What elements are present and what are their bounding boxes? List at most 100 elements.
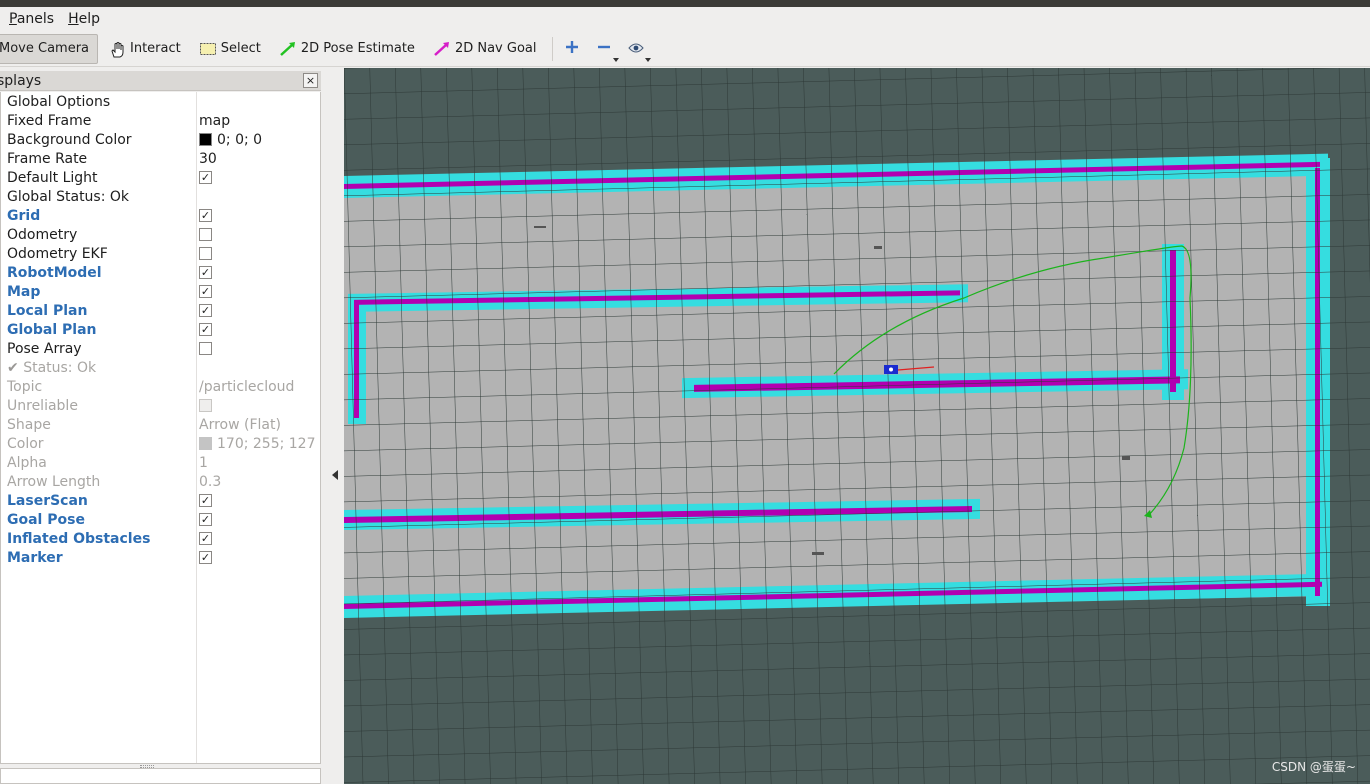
tree-row-odometry-ekf[interactable]: Odometry EKF xyxy=(1,244,320,263)
toolbar-separator xyxy=(552,36,554,61)
tree-row-name: LaserScan xyxy=(7,492,88,509)
robot-center-marker xyxy=(889,367,893,372)
tree-row-value: ✓ xyxy=(199,285,212,298)
checkbox[interactable] xyxy=(199,399,212,412)
tree-row-default-light[interactable]: Default Light ✓ xyxy=(1,168,320,187)
close-icon[interactable]: × xyxy=(303,73,318,88)
checkbox[interactable]: ✓ xyxy=(199,551,212,564)
menu-help[interactable]: Help xyxy=(68,11,100,27)
status-text: Status: Ok xyxy=(23,359,97,376)
add-tool-button[interactable] xyxy=(559,36,585,62)
tree-row-value: ✓ xyxy=(199,551,212,564)
tree-row-value: map xyxy=(199,113,230,129)
checkbox[interactable]: ✓ xyxy=(199,513,212,526)
chevron-down-icon xyxy=(645,57,652,62)
tree-row-value-text: 0.3 xyxy=(199,473,222,490)
tree-row-global-status-ok[interactable]: Global Status: Ok xyxy=(1,187,320,206)
panel-splitter[interactable] xyxy=(323,68,344,784)
tree-row-fixed-frame[interactable]: Fixed Frame map xyxy=(1,111,320,130)
tree-row-robotmodel[interactable]: RobotModel ✓ xyxy=(1,263,320,282)
view-tool-button[interactable] xyxy=(623,36,652,62)
tree-row-name: Topic xyxy=(7,378,43,395)
tree-row-alpha[interactable]: Alpha 1 xyxy=(1,453,320,472)
tree-row-status-ok[interactable]: ✔ Status: Ok xyxy=(1,358,320,377)
tree-row-name: Global Options xyxy=(7,93,111,110)
checkbox[interactable]: ✓ xyxy=(199,304,212,317)
chevron-down-icon xyxy=(613,57,620,62)
checkbox[interactable]: ✓ xyxy=(199,494,212,507)
tree-row-unreliable[interactable]: Unreliable xyxy=(1,396,320,415)
tree-row-shape[interactable]: Shape Arrow (Flat) xyxy=(1,415,320,434)
tree-row-name: Arrow Length xyxy=(7,473,101,490)
interact-button[interactable]: Interact xyxy=(100,34,189,64)
tree-row-color[interactable]: Color 170; 255; 127 xyxy=(1,434,320,453)
pose-estimate-button[interactable]: 2D Pose Estimate xyxy=(271,34,423,64)
checkbox[interactable]: ✓ xyxy=(199,171,212,184)
tree-row-name: Shape xyxy=(7,416,51,433)
magenta-arrow-icon xyxy=(433,41,451,57)
displays-tree[interactable]: Global Options Fixed Frame map Background C… xyxy=(0,92,321,764)
nav-goal-button[interactable]: 2D Nav Goal xyxy=(425,34,545,64)
color-swatch[interactable] xyxy=(199,133,212,146)
tree-row-value: ✓ xyxy=(199,494,212,507)
collapse-arrow-icon[interactable] xyxy=(332,470,338,480)
tree-row-grid[interactable]: Grid ✓ xyxy=(1,206,320,225)
green-arrow-icon xyxy=(279,41,297,57)
tree-row-value-text: 1 xyxy=(199,454,208,471)
select-label: Select xyxy=(220,41,261,56)
tree-row-background-color[interactable]: Background Color 0; 0; 0 xyxy=(1,130,320,149)
tree-row-topic[interactable]: Topic/particlecloud xyxy=(1,377,320,396)
checkbox[interactable] xyxy=(199,342,212,355)
tree-row-name: Fixed Frame xyxy=(7,112,92,129)
tree-row-value: 30 xyxy=(199,151,217,167)
tree-row-pose-array[interactable]: Pose Array xyxy=(1,339,320,358)
menu-panels[interactable]: Panels xyxy=(9,11,54,27)
tree-row-name: Local Plan xyxy=(7,302,88,319)
tree-row-name: ✔ Status: Ok xyxy=(7,360,96,376)
tree-row-value: ✓ xyxy=(199,513,212,526)
menubar: Panels Help xyxy=(0,7,1370,31)
tree-row-value: ✓ xyxy=(199,171,212,184)
panel-bottom-area xyxy=(0,768,321,784)
checkbox[interactable]: ✓ xyxy=(199,209,212,222)
toolbar: Move Camera Interact Select 2D Pose Esti… xyxy=(0,31,1370,67)
tree-row-goal-pose[interactable]: Goal Pose ✓ xyxy=(1,510,320,529)
tree-row-name: Inflated Obstacles xyxy=(7,530,151,547)
displays-panel-header: splays × xyxy=(0,71,321,91)
tree-row-arrow-length[interactable]: Arrow Length 0.3 xyxy=(1,472,320,491)
tree-row-frame-rate[interactable]: Frame Rate 30 xyxy=(1,149,320,168)
tree-row-marker[interactable]: Marker ✓ xyxy=(1,548,320,567)
remove-tool-button[interactable] xyxy=(591,36,620,62)
tree-row-name: Goal Pose xyxy=(7,511,85,528)
tree-row-name: Odometry xyxy=(7,226,78,243)
checkbox[interactable] xyxy=(199,228,212,241)
tree-row-map[interactable]: Map ✓ xyxy=(1,282,320,301)
tree-row-laserscan[interactable]: LaserScan ✓ xyxy=(1,491,320,510)
tree-row-global-options[interactable]: Global Options xyxy=(1,92,320,111)
render-viewport[interactable]: CSDN @蛋蛋~ xyxy=(344,68,1370,784)
tree-row-name: Global Status: Ok xyxy=(7,188,130,205)
checkbox[interactable]: ✓ xyxy=(199,285,212,298)
hand-icon xyxy=(108,41,126,57)
tree-row-global-plan[interactable]: Global Plan ✓ xyxy=(1,320,320,339)
select-button[interactable]: Select xyxy=(191,34,269,64)
grid-overlay xyxy=(344,68,1370,784)
tree-row-inflated-obstacles[interactable]: Inflated Obstacles ✓ xyxy=(1,529,320,548)
watermark: CSDN @蛋蛋~ xyxy=(1271,760,1356,774)
tree-row-value: 1 xyxy=(199,455,208,471)
move-camera-button[interactable]: Move Camera xyxy=(0,33,99,64)
tree-row-name: Color xyxy=(7,435,44,452)
tree-row-odometry[interactable]: Odometry xyxy=(1,225,320,244)
plus-icon xyxy=(565,38,579,59)
displays-panel: splays × Global Options Fixed Frame map Bac… xyxy=(0,68,323,784)
checkbox[interactable]: ✓ xyxy=(199,266,212,279)
tree-row-local-plan[interactable]: Local Plan ✓ xyxy=(1,301,320,320)
tree-row-value: ✓ xyxy=(199,266,212,279)
checkbox[interactable] xyxy=(199,247,212,260)
tree-row-value-text: Arrow (Flat) xyxy=(199,416,281,433)
checkbox[interactable]: ✓ xyxy=(199,532,212,545)
tree-row-value xyxy=(199,399,212,412)
checkbox[interactable]: ✓ xyxy=(199,323,212,336)
move-camera-label: Move Camera xyxy=(0,41,90,56)
color-swatch[interactable] xyxy=(199,437,212,450)
